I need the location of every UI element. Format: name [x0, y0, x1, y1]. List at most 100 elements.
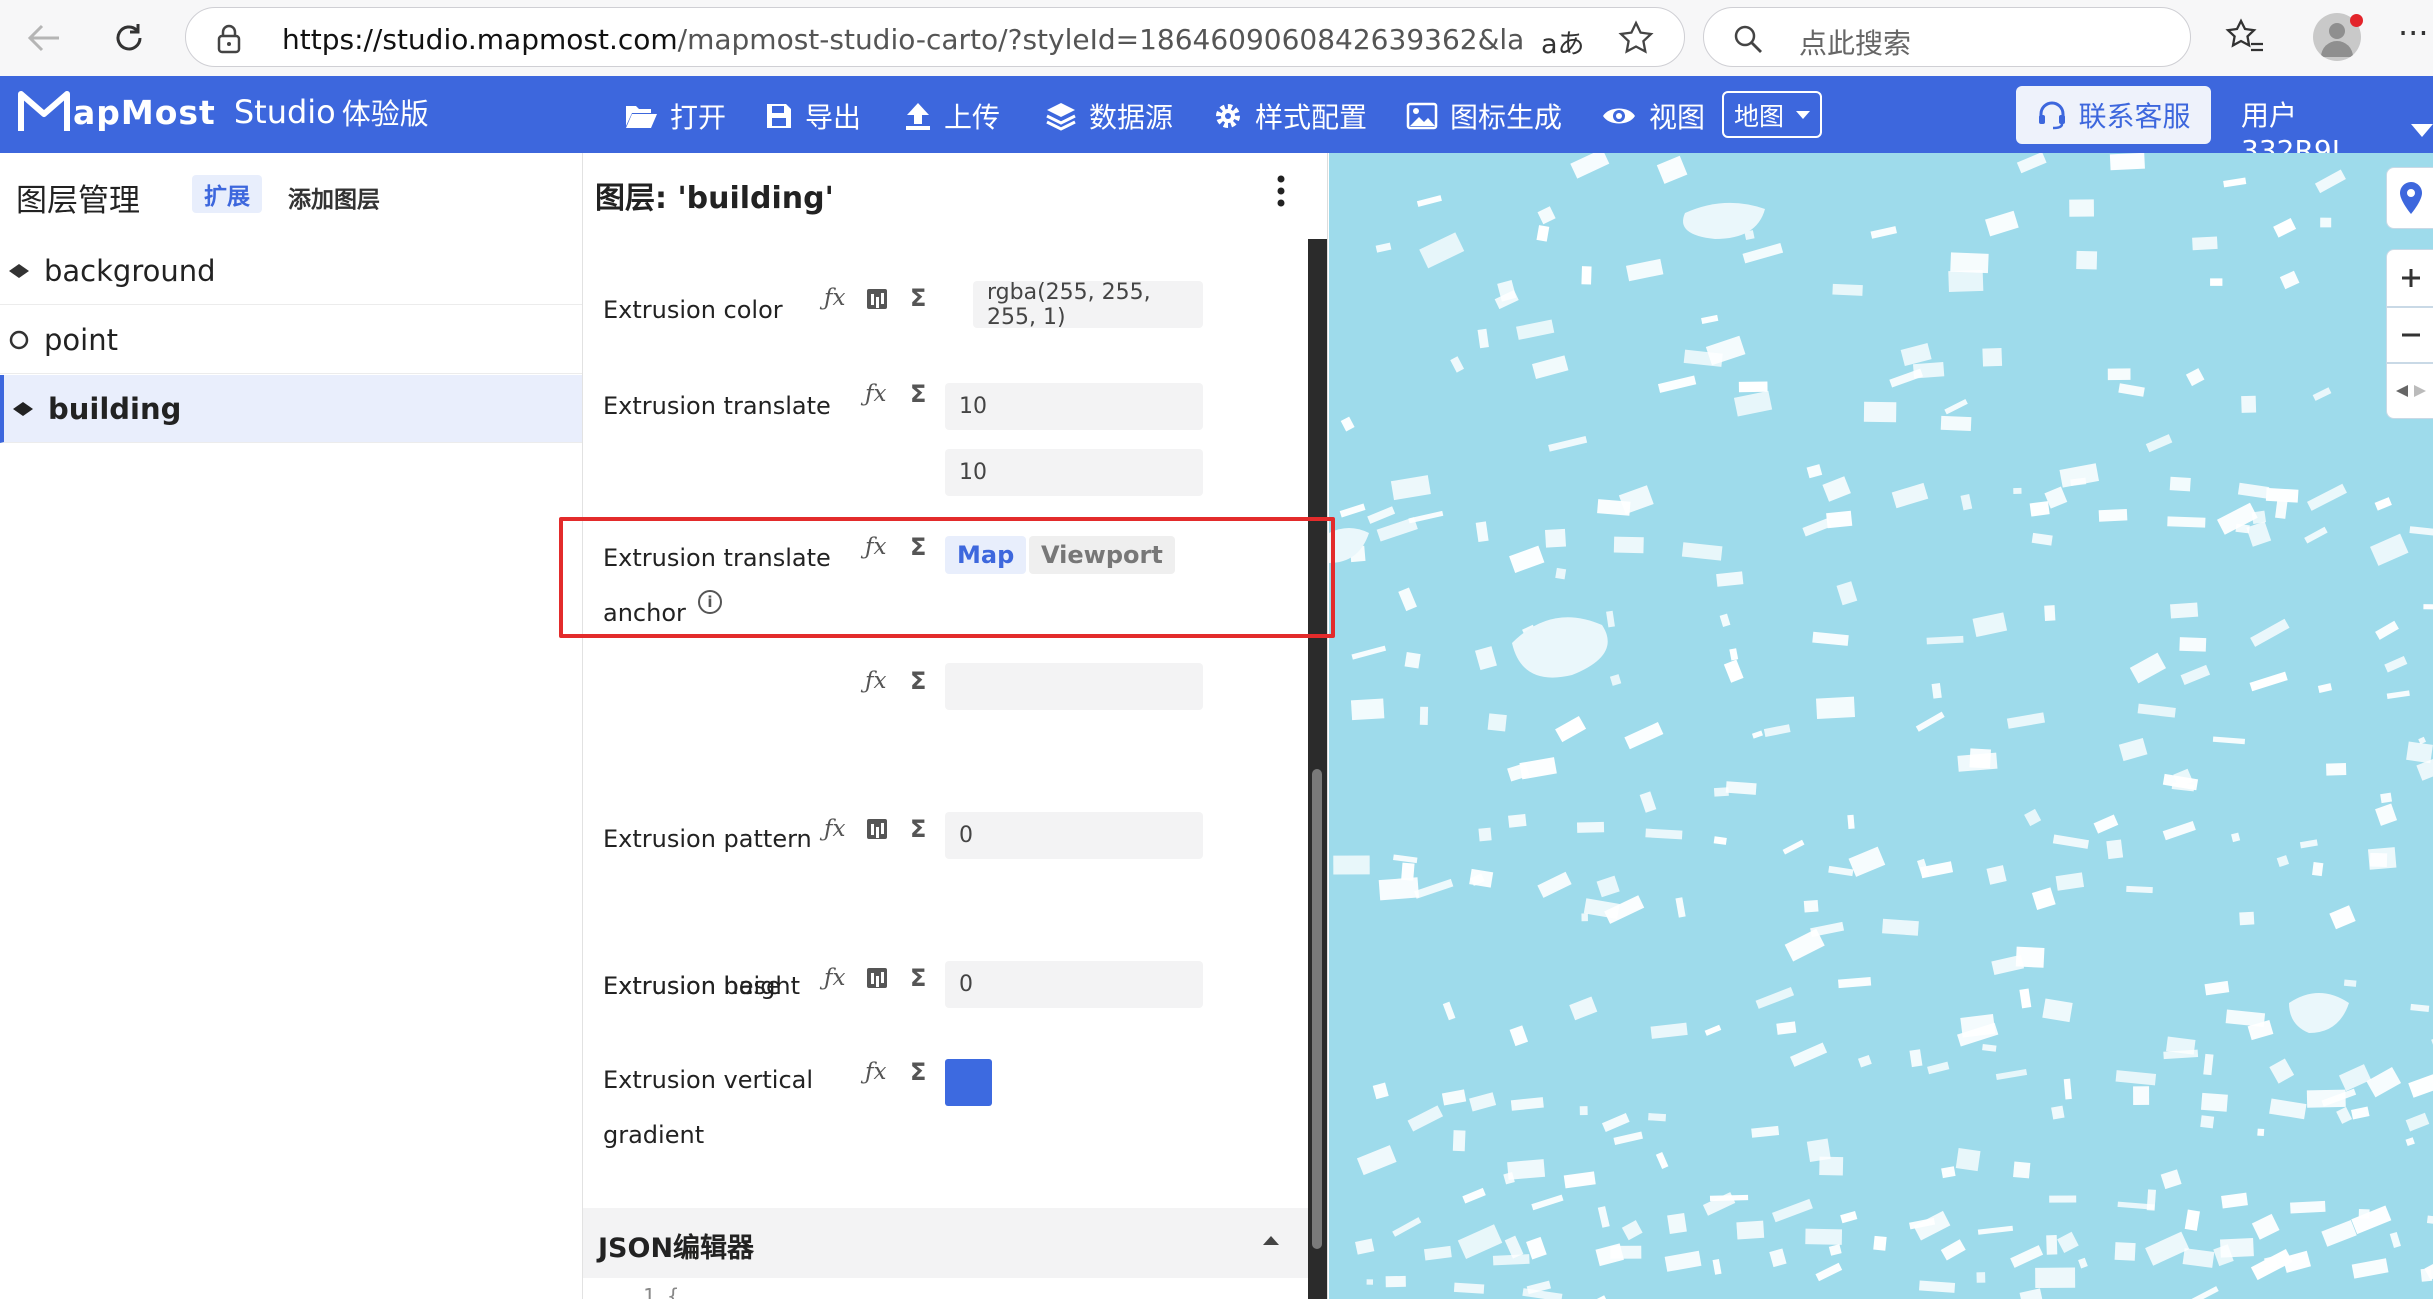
map-building — [2013, 487, 2022, 494]
address-bar[interactable]: https://studio.mapmost.com/mapmost-studi… — [185, 7, 1685, 67]
map-building — [2386, 690, 2410, 699]
read-aloud-icon[interactable]: aあ — [1541, 22, 1585, 61]
menu-datasource[interactable]: 数据源 — [1045, 96, 1173, 136]
expression-icon[interactable]: Σ — [910, 284, 926, 312]
function-icon[interactable]: ƒx — [865, 381, 886, 407]
map-building — [2246, 521, 2272, 547]
extrusion-pattern-input[interactable] — [945, 663, 1203, 710]
minus-icon — [2402, 333, 2420, 337]
map-building — [1576, 821, 1605, 833]
expression-icon[interactable]: Σ — [910, 964, 926, 992]
map-building — [2049, 1195, 2077, 1203]
map-building — [2343, 979, 2357, 987]
json-editor-line[interactable]: 1 { — [643, 1284, 679, 1299]
map-building — [2126, 885, 2153, 894]
map-building — [1972, 612, 2008, 638]
map-building — [1375, 242, 1392, 253]
add-layer-button[interactable]: 添加图层 — [288, 180, 380, 214]
menu-export[interactable]: 导出 — [765, 96, 861, 136]
function-icon[interactable]: ƒx — [824, 965, 845, 991]
map-building — [2250, 1249, 2293, 1281]
map-canvas[interactable] — [1329, 153, 2433, 1299]
more-vertical-icon[interactable] — [1275, 173, 1287, 209]
contact-support-button[interactable]: 联系客服 — [2016, 86, 2211, 144]
extrusion-translate-y-input[interactable]: 10 — [945, 449, 1203, 496]
map-building — [2374, 497, 2392, 511]
function-icon[interactable]: ƒx — [824, 285, 845, 311]
menu-upload[interactable]: 上传 — [904, 96, 1000, 136]
location-button[interactable] — [2386, 167, 2433, 229]
map-landmass — [1512, 617, 1608, 678]
map-building — [1870, 226, 1897, 239]
map-building — [1590, 1295, 1607, 1299]
lock-icon — [217, 24, 241, 54]
menu-icon-gen[interactable]: 图标生成 — [1406, 96, 1562, 136]
expression-icon[interactable]: Σ — [910, 1058, 926, 1086]
browser-search-box[interactable]: 点此搜索 — [1703, 7, 2191, 67]
function-icon[interactable]: ƒx — [824, 816, 845, 842]
extrusion-color-input[interactable]: rgba(255, 255, 255, 1) — [973, 280, 1203, 330]
layer-item-background[interactable]: background — [0, 237, 582, 305]
map-building — [2010, 1245, 2044, 1268]
extrusion-translate-x-input[interactable]: 10 — [945, 383, 1203, 430]
map-building — [1398, 587, 1417, 612]
vertical-gradient-toggle[interactable] — [945, 1059, 992, 1106]
map-building — [1719, 613, 1731, 628]
map-building — [2204, 980, 2230, 996]
map-building — [2250, 618, 2290, 647]
star-icon[interactable] — [1618, 20, 1654, 56]
map-building — [1716, 571, 1744, 587]
json-editor-header[interactable]: JSON编辑器 — [583, 1208, 1308, 1278]
map-building — [2203, 1053, 2214, 1076]
map-building — [2249, 671, 2288, 692]
expression-icon[interactable]: Σ — [910, 815, 926, 843]
editor-scrollbar[interactable] — [1308, 239, 1327, 1299]
extrusion-height-input[interactable]: 0 — [945, 812, 1203, 859]
map-building — [2179, 637, 2207, 652]
compass-button[interactable] — [2386, 363, 2433, 419]
extrusion-base-input[interactable]: 0 — [945, 961, 1203, 1008]
back-button[interactable] — [20, 14, 68, 62]
map-building — [2109, 153, 2145, 171]
favorites-icon[interactable] — [2225, 18, 2265, 56]
map-building — [1624, 722, 1664, 750]
menu-view[interactable]: 视图 — [1601, 96, 1705, 136]
map-building — [1789, 1042, 1828, 1067]
zoom-in-button[interactable] — [2386, 249, 2433, 307]
data-driven-icon[interactable] — [867, 968, 887, 988]
map-building — [2098, 508, 2128, 522]
map-building — [2160, 1169, 2182, 1190]
zoom-out-button[interactable] — [2386, 307, 2433, 363]
save-icon — [767, 104, 791, 128]
search-placeholder: 点此搜索 — [1799, 27, 1912, 60]
map-building — [1639, 791, 1657, 813]
map-building — [2185, 368, 2205, 387]
expression-icon[interactable]: Σ — [910, 380, 926, 408]
map-building — [2059, 463, 2100, 488]
layer-item-point[interactable]: point — [0, 306, 582, 374]
logo-m-icon — [18, 91, 70, 131]
layer-item-building[interactable]: building — [0, 375, 582, 443]
browser-menu-icon[interactable]: ··· — [2398, 14, 2429, 52]
map-building — [2380, 792, 2393, 804]
map-building — [2405, 1112, 2430, 1132]
map-building — [1378, 877, 1420, 901]
data-driven-icon[interactable] — [867, 289, 887, 309]
map-building — [1595, 1243, 1624, 1267]
reload-button[interactable] — [105, 14, 153, 62]
function-icon[interactable]: ƒx — [865, 1059, 886, 1085]
menu-style-config[interactable]: 样式配置 — [1213, 96, 1367, 136]
map-building — [1650, 1022, 1688, 1039]
expression-icon[interactable]: Σ — [910, 667, 926, 695]
scrollbar-thumb[interactable] — [1312, 769, 1322, 1249]
map-building — [1713, 836, 1727, 845]
map-building — [1462, 1187, 1486, 1204]
menu-open[interactable]: 打开 — [624, 96, 726, 136]
expand-button[interactable]: 扩展 — [192, 175, 262, 213]
map-building — [2057, 1231, 2079, 1254]
function-icon[interactable]: ƒx — [865, 668, 886, 694]
map-building — [2306, 483, 2347, 511]
layer-editor-title: 图层: 'building' — [595, 181, 834, 216]
view-mode-select[interactable]: 地图 — [1722, 91, 1822, 138]
data-driven-icon[interactable] — [867, 819, 887, 839]
